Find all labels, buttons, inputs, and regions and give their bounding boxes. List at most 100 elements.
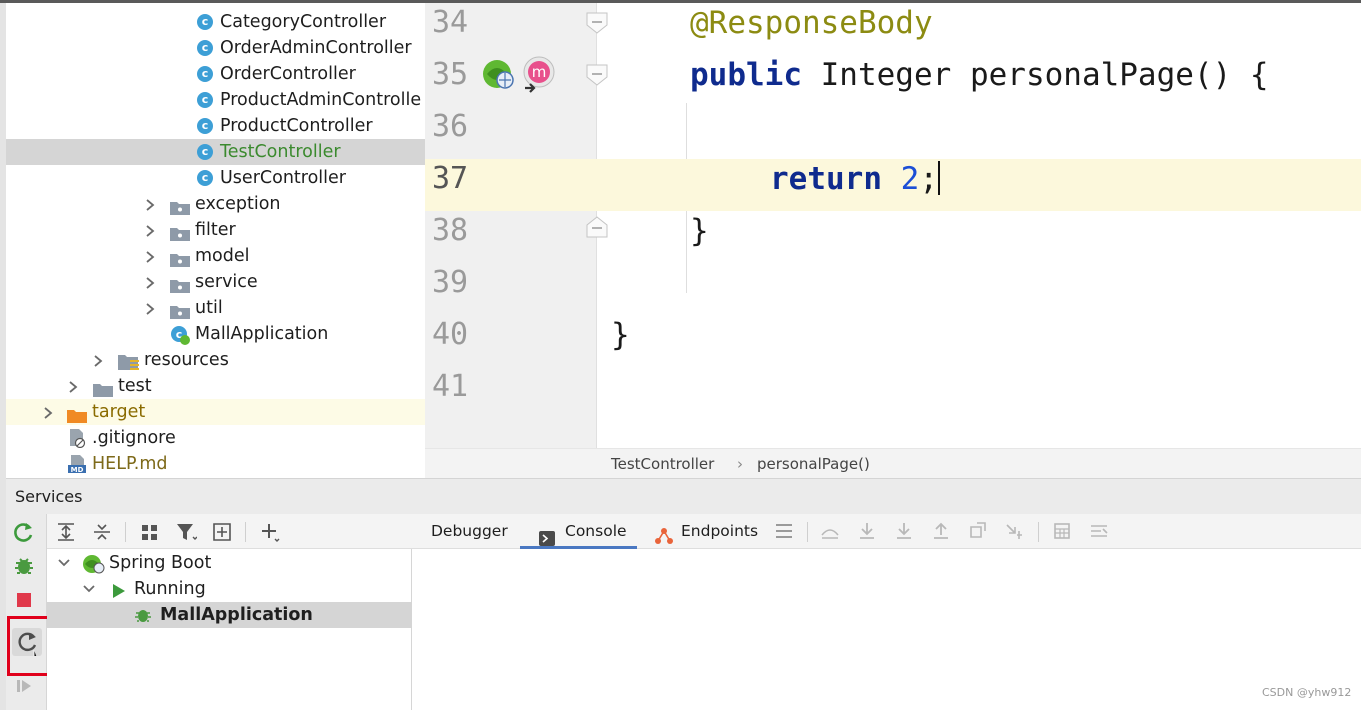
step-over-icon[interactable] xyxy=(857,521,879,543)
return-statement: return 2; xyxy=(770,161,940,197)
toolbar-separator xyxy=(245,522,246,542)
request-mapping-gutter-icon[interactable] xyxy=(481,58,519,96)
fold-marker-icon[interactable] xyxy=(585,63,609,87)
tree-item-testcontroller[interactable]: c TestController xyxy=(6,139,425,165)
services-toolbar xyxy=(47,514,412,549)
step-out-icon[interactable] xyxy=(931,521,953,543)
line-number: 38 xyxy=(432,213,469,248)
add-service-icon[interactable] xyxy=(259,521,281,543)
code-line-35[interactable]: 35 m public Integer personalPage() { xyxy=(425,55,1361,107)
tree-item-usercontroller[interactable]: c UserController xyxy=(6,165,425,191)
class-icon: c xyxy=(197,170,213,186)
fold-marker-icon[interactable] xyxy=(585,11,609,35)
evaluate-expression-icon[interactable] xyxy=(1052,521,1074,543)
text-caret xyxy=(938,161,940,195)
breadcrumb-item-method[interactable]: personalPage() xyxy=(757,449,870,479)
tree-item-resources[interactable]: resources xyxy=(6,347,425,373)
chevron-right-icon[interactable] xyxy=(68,373,80,399)
code-line-38[interactable]: 38 } xyxy=(425,211,1361,263)
chevron-right-icon[interactable] xyxy=(145,295,157,321)
services-title: Services xyxy=(15,487,83,506)
hamburger-menu-icon[interactable] xyxy=(774,521,796,543)
project-tree[interactable]: c CategoryController c OrderAdminControl… xyxy=(6,3,425,478)
services-sidebar xyxy=(6,514,54,710)
stop-icon[interactable] xyxy=(12,588,42,616)
filter-icon[interactable] xyxy=(175,521,198,543)
tab-debugger[interactable]: Debugger xyxy=(431,514,508,549)
collapse-all-icon[interactable] xyxy=(91,521,113,543)
tree-item-service[interactable]: service xyxy=(6,269,425,295)
class-closing-brace: } xyxy=(611,317,630,353)
resume-icon[interactable] xyxy=(12,674,42,702)
tree-item-productadmincontroller[interactable]: c ProductAdminControlle xyxy=(6,87,425,113)
line-number: 37 xyxy=(432,161,469,196)
services-panel-header: Services xyxy=(6,478,1361,514)
expand-all-icon[interactable] xyxy=(55,521,77,543)
tree-item-test[interactable]: test xyxy=(6,373,425,399)
line-number: 39 xyxy=(432,265,469,300)
chevron-right-icon[interactable] xyxy=(145,243,157,269)
method-override-gutter-icon[interactable]: m xyxy=(519,56,559,100)
tree-item-mallapplication[interactable]: c MallApplication xyxy=(6,321,425,347)
breadcrumb-item-class[interactable]: TestController xyxy=(611,449,714,479)
services-item-running[interactable]: Running xyxy=(47,576,412,602)
group-by-icon[interactable] xyxy=(139,521,161,543)
code-line-34[interactable]: 34 @ResponseBody xyxy=(425,3,1361,55)
code-line-37[interactable]: 37 return 2; xyxy=(425,159,1361,211)
code-line-40[interactable]: 40 } xyxy=(425,315,1361,367)
chevron-right-icon[interactable] xyxy=(145,217,157,243)
tab-console[interactable]: Console xyxy=(520,514,637,549)
code-line-39[interactable]: 39 xyxy=(425,263,1361,315)
code-line-36[interactable]: 36 xyxy=(425,107,1361,159)
breadcrumb: TestController › personalPage() xyxy=(425,448,1361,478)
chevron-right-icon[interactable] xyxy=(93,347,105,373)
refresh-icon[interactable] xyxy=(12,520,42,548)
fold-end-marker-icon[interactable] xyxy=(585,215,609,239)
tree-item-gitignore[interactable]: .gitignore xyxy=(6,425,425,451)
breadcrumb-separator: › xyxy=(737,455,743,473)
services-item-spring-boot[interactable]: Spring Boot xyxy=(47,550,412,576)
console-panel[interactable]: Debugger Console Endpoints xyxy=(412,514,1361,710)
method-signature: public Integer personalPage() { xyxy=(690,57,1269,93)
show-execution-point-icon[interactable] xyxy=(820,521,842,543)
drop-frame-icon[interactable] xyxy=(968,521,990,543)
svg-text:m: m xyxy=(532,63,547,81)
tree-item-target[interactable]: target xyxy=(6,399,425,425)
tree-item-help-md[interactable]: MD HELP.md xyxy=(6,451,425,477)
step-into-icon[interactable] xyxy=(894,521,916,543)
tree-item-ordercontroller[interactable]: c OrderController xyxy=(6,61,425,87)
tree-item-productcontroller[interactable]: c ProductController xyxy=(6,113,425,139)
services-tree[interactable]: Spring Boot Running MallApplication xyxy=(47,514,412,710)
tree-item-util[interactable]: util xyxy=(6,295,425,321)
services-item-mallapplication[interactable]: MallApplication xyxy=(47,602,412,628)
class-icon: c xyxy=(197,92,213,108)
line-number: 36 xyxy=(432,109,469,144)
svg-text:MD: MD xyxy=(71,466,84,474)
console-tab-bar: Debugger Console Endpoints xyxy=(412,514,1361,549)
class-icon: c xyxy=(197,118,213,134)
toolbar-separator xyxy=(125,522,126,542)
trace-icon[interactable] xyxy=(1089,521,1111,543)
chevron-right-icon[interactable] xyxy=(43,399,55,425)
run-to-cursor-icon[interactable] xyxy=(1005,521,1027,543)
tree-item-orderadmincontroller[interactable]: c OrderAdminController xyxy=(6,35,425,61)
new-service-tab-icon[interactable] xyxy=(211,521,233,543)
chevron-right-icon[interactable] xyxy=(145,191,157,217)
line-number: 40 xyxy=(432,317,469,352)
class-icon: c xyxy=(197,66,213,82)
debug-bug-icon[interactable] xyxy=(12,554,42,582)
code-line-41[interactable]: 41 xyxy=(425,367,1361,419)
line-number: 35 xyxy=(432,57,469,92)
tree-item-exception[interactable]: exception xyxy=(6,191,425,217)
code-editor[interactable]: 34 @ResponseBody 35 m public Integer per… xyxy=(425,3,1361,448)
tree-item-filter[interactable]: filter xyxy=(6,217,425,243)
tree-item-categorycontroller[interactable]: c CategoryController xyxy=(6,9,425,35)
tree-item-model[interactable]: model xyxy=(6,243,425,269)
debug-bug-icon xyxy=(134,606,152,632)
markdown-file-icon: MD xyxy=(68,455,88,478)
class-icon: c xyxy=(197,144,213,160)
toolbar-separator xyxy=(1038,522,1039,542)
chevron-right-icon[interactable] xyxy=(145,269,157,295)
line-number: 34 xyxy=(432,5,469,40)
tab-endpoints[interactable]: Endpoints xyxy=(653,514,758,549)
